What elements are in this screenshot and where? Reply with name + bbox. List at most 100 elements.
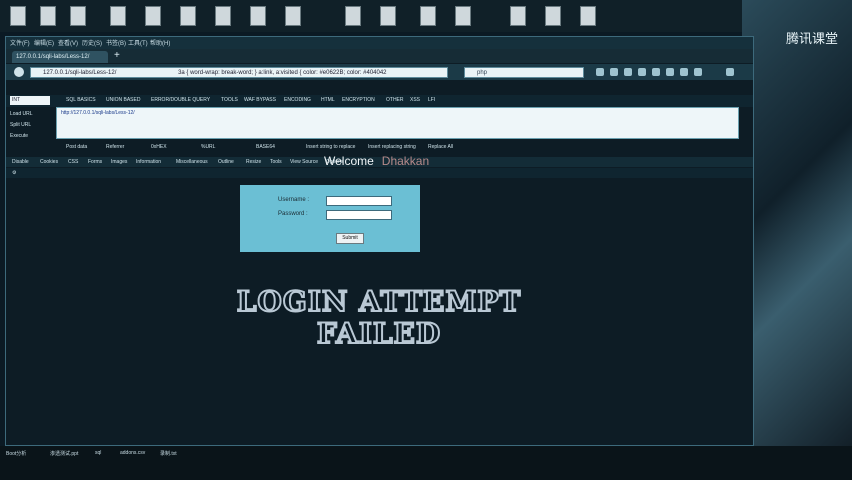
new-tab-icon[interactable]: + [114,50,120,61]
welcome-heading: Welcome Dhakkan [324,154,429,168]
taskbar-item[interactable]: 录制.txt [160,450,177,457]
desktop-file-icon[interactable] [545,6,561,26]
base64-button[interactable]: BASE64 [256,144,275,150]
replacing-string-input[interactable]: Insert replacing string [368,144,416,150]
menu-tools[interactable]: 工具(T) [128,38,148,47]
firebug-forms[interactable]: Forms [88,159,102,165]
hackbar-xss[interactable]: XSS [410,97,420,103]
url-encode-button[interactable]: %URL [201,144,215,150]
login-failed-image: LOGIN ATTEMPT FAILED [234,285,524,351]
firebug-cookies[interactable]: Cookies [40,159,58,165]
firebug-information[interactable]: Information [136,159,161,165]
hackbar-sql-basics[interactable]: SQL BASICS [66,97,96,103]
hex-button[interactable]: 0xHEX [151,144,167,150]
load-url-button[interactable]: Load URL [10,109,50,120]
menu-edit[interactable]: 编辑(E) [34,38,54,47]
menu-bar: 文件(F) 编辑(E) 查看(V) 历史(S) 书签(B) 工具(T) 帮助(H… [6,37,753,49]
menu-bookmarks[interactable]: 书签(B) [106,38,126,47]
referrer-checkbox[interactable]: Referrer [106,144,124,150]
hackbar-actions: Load URL Split URL Execute [10,109,50,142]
webdev-icon[interactable]: ⚙ [12,170,16,176]
firebug-images[interactable]: Images [111,159,127,165]
desktop-file-icon[interactable] [215,6,231,26]
addon-icon[interactable] [680,68,688,76]
system-tray[interactable] [792,450,832,460]
submit-button[interactable]: Submit [336,233,364,244]
hackbar-waf-bypass[interactable]: WAF BYPASS [244,97,276,103]
menu-file[interactable]: 文件(F) [10,38,30,47]
desktop-wallpaper: 腾讯课堂 [742,0,852,470]
hackbar-encoding[interactable]: ENCODING [284,97,311,103]
firebug-resize[interactable]: Resize [246,159,261,165]
desktop-file-icon[interactable] [40,6,56,26]
split-url-button[interactable]: Split URL [10,120,50,131]
bookmark-icon[interactable] [610,68,618,76]
desktop-file-icon[interactable] [70,6,86,26]
url-text: 127.0.0.1/sqli-labs/Less-12/ [43,70,117,76]
firebug-tools[interactable]: Tools [270,159,282,165]
download-icon[interactable] [624,68,632,76]
desktop-file-icon[interactable] [580,6,596,26]
desktop-file-icon[interactable] [250,6,266,26]
taskbar-item[interactable]: 渗透测试.ppt [50,450,78,457]
firebug-view-source[interactable]: View Source [290,159,318,165]
desktop-file-icon[interactable] [10,6,26,26]
back-icon[interactable] [14,67,24,77]
navigation-bar: 127.0.0.1/sqli-labs/Less-12/ 3a { word-w… [6,64,753,80]
desktop-file-icon[interactable] [420,6,436,26]
addon-icon[interactable] [652,68,660,76]
hackbar-tools[interactable]: TOOLS [221,97,238,103]
url-extra-text: 3a { word-wrap: break-word; } a:link, a:… [178,70,387,76]
url-input[interactable]: 127.0.0.1/sqli-labs/Less-12/ 3a { word-w… [30,67,448,78]
hackbar-select[interactable]: INT [10,96,50,105]
username-input[interactable] [326,196,392,206]
star-icon[interactable] [596,68,604,76]
username-label: Username : [278,197,310,203]
search-input[interactable]: php [464,67,584,78]
replace-string-input[interactable]: Insert string to replace [306,144,355,150]
desktop-file-icon[interactable] [380,6,396,26]
firebug-outline[interactable]: Outline [218,159,234,165]
login-form: Username : Password : Submit [240,185,420,252]
watermark-text: 腾讯课堂 [785,31,838,46]
hackbar-toolbar: INT SQL BASICS UNION BASED ERROR/DOUBLE … [6,95,753,107]
tab-bar: 127.0.0.1/sqli-labs/Less-12/ + [6,49,753,63]
hackbar-options: Post data Referrer 0xHEX %URL BASE64 Ins… [56,144,739,153]
hackbar-encryption[interactable]: ENCRYPTION [342,97,375,103]
desktop-icon-bar [0,0,852,32]
taskbar-item[interactable]: Boot分析 [6,450,26,457]
home-icon[interactable] [638,68,646,76]
password-input[interactable] [326,210,392,220]
password-label: Password : [278,211,308,217]
hackbar-url-textarea[interactable]: http://127.0.0.1/sqli-labs/Less-12/ [56,107,739,139]
menu-view[interactable]: 查看(V) [58,38,78,47]
post-data-checkbox[interactable]: Post data [66,144,87,150]
welcome-text: Welcome [324,154,374,168]
firebug-misc[interactable]: Miscellaneous [176,159,208,165]
hackbar-union-based[interactable]: UNION BASED [106,97,140,103]
desktop-file-icon[interactable] [510,6,526,26]
replace-all-button[interactable]: Replace All [428,144,453,150]
fail-line-1: LOGIN ATTEMPT [236,285,522,319]
desktop-file-icon[interactable] [285,6,301,26]
firebug-disable[interactable]: Disable [12,159,29,165]
desktop-file-icon[interactable] [345,6,361,26]
taskbar-item[interactable]: addons.csv [120,450,145,456]
menu-help[interactable]: 帮助(H) [150,38,170,47]
taskbar-item[interactable]: sql [95,450,101,456]
desktop-file-icon[interactable] [110,6,126,26]
desktop-file-icon[interactable] [180,6,196,26]
menu-history[interactable]: 历史(S) [82,38,102,47]
menu-icon[interactable] [726,68,734,76]
browser-tab[interactable]: 127.0.0.1/sqli-labs/Less-12/ [12,51,108,63]
addon-icon[interactable] [694,68,702,76]
hackbar-other[interactable]: OTHER [386,97,404,103]
desktop-file-icon[interactable] [455,6,471,26]
execute-button[interactable]: Execute [10,131,50,142]
hackbar-html[interactable]: HTML [321,97,335,103]
firebug-css[interactable]: CSS [68,159,78,165]
hackbar-error-double-query[interactable]: ERROR/DOUBLE QUERY [151,97,210,103]
addon-icon[interactable] [666,68,674,76]
desktop-file-icon[interactable] [145,6,161,26]
hackbar-lfi[interactable]: LFI [428,97,435,103]
